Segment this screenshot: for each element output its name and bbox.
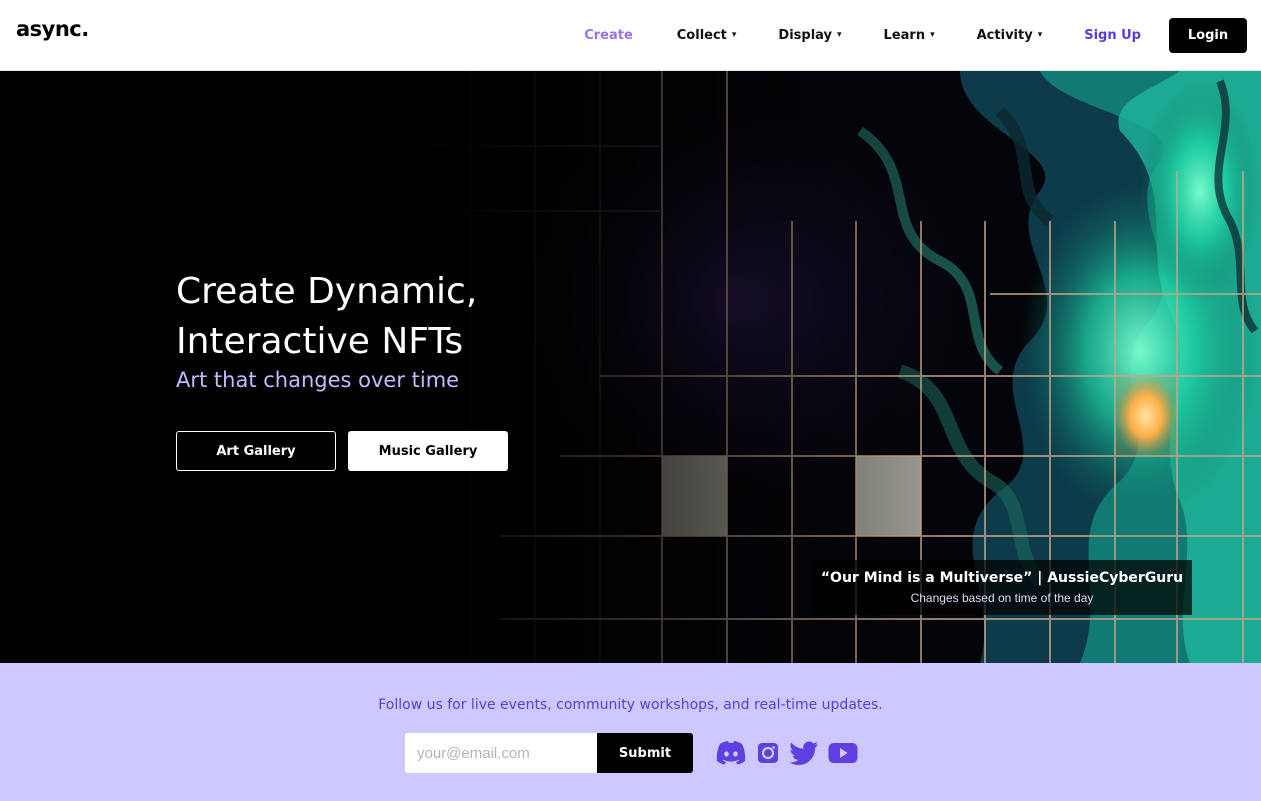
instagram-icon[interactable] bbox=[755, 740, 781, 766]
artwork-caption-title: “Our Mind is a Multiverse” | AussieCyber… bbox=[820, 570, 1184, 586]
art-gallery-button[interactable]: Art Gallery bbox=[176, 431, 336, 471]
nav-collect-label: Collect bbox=[676, 27, 727, 43]
top-navbar: async. Create Collect ▾ Display ▾ Learn … bbox=[0, 0, 1261, 71]
twitter-icon[interactable] bbox=[790, 740, 820, 766]
main-nav: Create Collect ▾ Display ▾ Learn ▾ Activ… bbox=[584, 17, 1247, 53]
music-gallery-button[interactable]: Music Gallery bbox=[348, 431, 508, 471]
hero-subtitle: Art that changes over time bbox=[176, 368, 460, 392]
nav-collect-dropdown[interactable]: Collect ▾ bbox=[677, 28, 737, 43]
submit-button[interactable]: Submit bbox=[597, 733, 693, 773]
youtube-icon[interactable] bbox=[828, 740, 858, 766]
caret-down-icon: ▾ bbox=[1037, 30, 1043, 40]
caret-down-icon: ▾ bbox=[837, 30, 842, 40]
follow-section: Follow us for live events, community wor… bbox=[0, 663, 1261, 801]
signup-link[interactable]: Sign Up bbox=[1084, 28, 1141, 43]
nav-display-dropdown[interactable]: Display ▾ bbox=[778, 28, 841, 43]
login-button[interactable]: Login bbox=[1169, 17, 1247, 53]
nav-create-label: Create bbox=[584, 27, 633, 43]
nav-activity-label: Activity bbox=[976, 27, 1033, 43]
caret-down-icon: ▾ bbox=[930, 30, 935, 40]
follow-text: Follow us for live events, community wor… bbox=[378, 697, 883, 713]
hero-title: Create Dynamic, Interactive NFTs bbox=[176, 271, 478, 362]
nav-activity-dropdown[interactable]: Activity ▾ bbox=[977, 28, 1043, 43]
nav-create[interactable]: Create bbox=[584, 28, 633, 43]
caret-down-icon: ▾ bbox=[731, 30, 737, 40]
async-logo[interactable]: async. bbox=[16, 19, 89, 40]
hero-banner: Create Dynamic, Interactive NFTs Art tha… bbox=[0, 71, 1261, 663]
nav-learn-dropdown[interactable]: Learn ▾ bbox=[884, 28, 935, 43]
artwork-caption[interactable]: “Our Mind is a Multiverse” | AussieCyber… bbox=[812, 560, 1192, 615]
nav-learn-label: Learn bbox=[883, 27, 926, 43]
discord-icon[interactable] bbox=[716, 740, 746, 766]
artwork-caption-subtitle: Changes based on time of the day bbox=[910, 591, 1094, 605]
email-input[interactable] bbox=[405, 733, 597, 773]
nav-display-label: Display bbox=[778, 27, 833, 43]
